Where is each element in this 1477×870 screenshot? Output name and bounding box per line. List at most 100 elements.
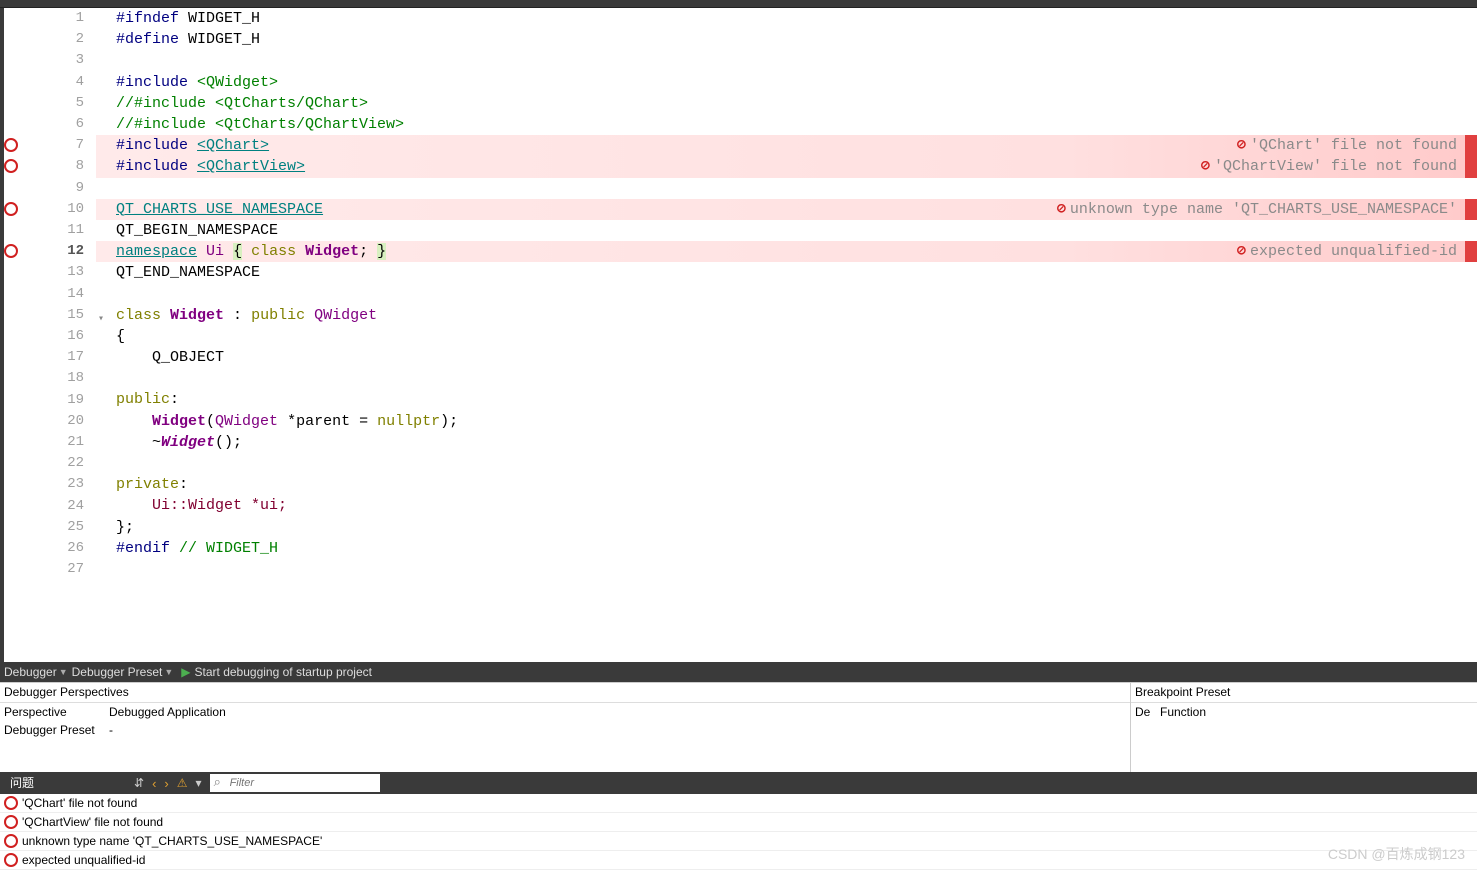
debugger-label: Debugger <box>4 665 57 679</box>
code-line[interactable]: QT_BEGIN_NAMESPACE <box>96 220 1477 241</box>
line-number: 10 <box>44 199 96 220</box>
code-line[interactable]: class Widget : public QWidget <box>96 305 1477 326</box>
code-line[interactable] <box>96 283 1477 304</box>
inline-error: ⊘'QChart' file not found <box>1237 135 1457 156</box>
line-number: 12 <box>44 241 96 262</box>
line-number: 27 <box>44 559 96 580</box>
code-line[interactable] <box>96 178 1477 199</box>
link-icon[interactable]: ⇵ <box>134 776 144 790</box>
line-number: 25 <box>44 517 96 538</box>
error-margin <box>4 8 44 662</box>
line-number: 14 <box>44 284 96 305</box>
line-number: 20 <box>44 411 96 432</box>
line-number: 17 <box>44 347 96 368</box>
issue-row[interactable]: 'QChartView' file not found <box>0 813 1477 832</box>
code-line[interactable]: ~Widget(); <box>96 432 1477 453</box>
code-line[interactable]: Widget(QWidget *parent = nullptr); <box>96 411 1477 432</box>
filter-input[interactable] <box>210 774 380 792</box>
code-line[interactable]: Q_OBJECT <box>96 347 1477 368</box>
line-number: 1 <box>44 8 96 29</box>
code-line[interactable]: Ui::Widget *ui; <box>96 495 1477 516</box>
line-number: 9 <box>44 178 96 199</box>
line-number: 4 <box>44 72 96 93</box>
inline-error: ⊘unknown type name 'QT_CHARTS_USE_NAMESP… <box>1057 199 1457 220</box>
line-number: 19 <box>44 390 96 411</box>
watermark: CSDN @百炼成钢123 <box>1328 844 1465 864</box>
filter-icon[interactable]: ▾ <box>196 776 202 790</box>
debug-toolbar: Debugger ▼ Debugger Preset ▼ ▶ Start deb… <box>0 662 1477 682</box>
code-line[interactable]: }; <box>96 517 1477 538</box>
issue-row[interactable]: 'QChart' file not found <box>0 794 1477 813</box>
issue-text: expected unqualified-id <box>22 853 145 867</box>
issue-row[interactable]: expected unqualified-id <box>0 851 1477 870</box>
table-row[interactable]: Debugger Preset- <box>0 721 1130 739</box>
line-number: 7 <box>44 135 96 156</box>
line-number: 23 <box>44 474 96 495</box>
breakpoint-preset-panel: Breakpoint Preset DeFunction <box>1131 683 1477 772</box>
line-number: 24 <box>44 496 96 517</box>
code-line[interactable] <box>96 559 1477 580</box>
code-line[interactable] <box>96 50 1477 71</box>
code-line[interactable]: public: <box>96 389 1477 410</box>
line-gutter[interactable]: 123456789101112131415▾161718192021222324… <box>44 8 96 662</box>
line-number: 18 <box>44 368 96 389</box>
code-line[interactable]: //#include <QtCharts/QChart> <box>96 93 1477 114</box>
start-debug-label[interactable]: Start debugging of startup project <box>195 665 372 679</box>
code-line[interactable]: private: <box>96 474 1477 495</box>
debug-panels: Debugger Perspectives PerspectiveDebugge… <box>0 682 1477 772</box>
line-number: 21 <box>44 432 96 453</box>
issue-row[interactable]: unknown type name 'QT_CHARTS_USE_NAMESPA… <box>0 832 1477 851</box>
code-editor[interactable]: 123456789101112131415▾161718192021222324… <box>0 8 1477 662</box>
error-stripe <box>1465 199 1477 220</box>
line-number: 8 <box>44 156 96 177</box>
next-issue-button[interactable]: › <box>164 776 168 791</box>
line-number: 15▾ <box>44 305 96 326</box>
line-number: 22 <box>44 453 96 474</box>
preset-dropdown[interactable]: Debugger Preset ▼ <box>72 665 174 679</box>
code-line[interactable] <box>96 368 1477 389</box>
inline-error: ⊘'QChartView' file not found <box>1201 156 1457 177</box>
line-number: 5 <box>44 93 96 114</box>
code-line[interactable]: #ifndef WIDGET_H <box>96 8 1477 29</box>
error-icon <box>4 815 18 829</box>
debugger-dropdown[interactable]: Debugger ▼ <box>4 665 68 679</box>
debugger-perspectives-panel: Debugger Perspectives PerspectiveDebugge… <box>0 683 1131 772</box>
code-area[interactable]: #ifndef WIDGET_H#define WIDGET_H #include… <box>96 8 1477 662</box>
code-line[interactable]: #endif // WIDGET_H <box>96 538 1477 559</box>
table-row[interactable]: PerspectiveDebugged Application <box>0 703 1130 721</box>
code-line[interactable]: #include <QWidget> <box>96 72 1477 93</box>
play-icon[interactable]: ▶ <box>181 665 190 679</box>
line-number: 2 <box>44 29 96 50</box>
error-stripe <box>1465 241 1477 262</box>
line-number: 26 <box>44 538 96 559</box>
error-icon <box>4 202 18 216</box>
issue-text: unknown type name 'QT_CHARTS_USE_NAMESPA… <box>22 834 322 848</box>
panel-header: Debugger Perspectives <box>0 683 1130 703</box>
error-stripe <box>1465 135 1477 156</box>
code-line[interactable]: #include <QChart>⊘'QChart' file not foun… <box>96 135 1477 156</box>
error-stripe <box>1465 156 1477 177</box>
chevron-down-icon: ▼ <box>164 667 173 677</box>
filter-wrapper <box>210 774 380 792</box>
code-line[interactable] <box>96 453 1477 474</box>
line-number: 13 <box>44 262 96 283</box>
issues-tab[interactable]: 问题 <box>0 772 44 794</box>
line-number: 11 <box>44 220 96 241</box>
code-line[interactable]: { <box>96 326 1477 347</box>
line-number: 3 <box>44 50 96 71</box>
code-line[interactable]: namespace Ui { class Widget; }⊘expected … <box>96 241 1477 262</box>
chevron-down-icon: ▼ <box>59 667 68 677</box>
issue-text: 'QChart' file not found <box>22 796 137 810</box>
line-number: 6 <box>44 114 96 135</box>
prev-issue-button[interactable]: ‹ <box>152 776 156 791</box>
table-row[interactable]: DeFunction <box>1131 703 1477 721</box>
code-line[interactable]: #include <QChartView>⊘'QChartView' file … <box>96 156 1477 177</box>
warning-icon[interactable]: ⚠ <box>177 776 188 790</box>
code-line[interactable]: #define WIDGET_H <box>96 29 1477 50</box>
code-line[interactable]: QT_END_NAMESPACE <box>96 262 1477 283</box>
window-titlebar <box>0 0 1477 8</box>
issues-toolbar: 问题 ⇵ ‹ › ⚠ ▾ <box>0 772 1477 794</box>
error-icon <box>4 834 18 848</box>
code-line[interactable]: //#include <QtCharts/QChartView> <box>96 114 1477 135</box>
code-line[interactable]: QT_CHARTS_USE_NAMESPACE⊘unknown type nam… <box>96 199 1477 220</box>
